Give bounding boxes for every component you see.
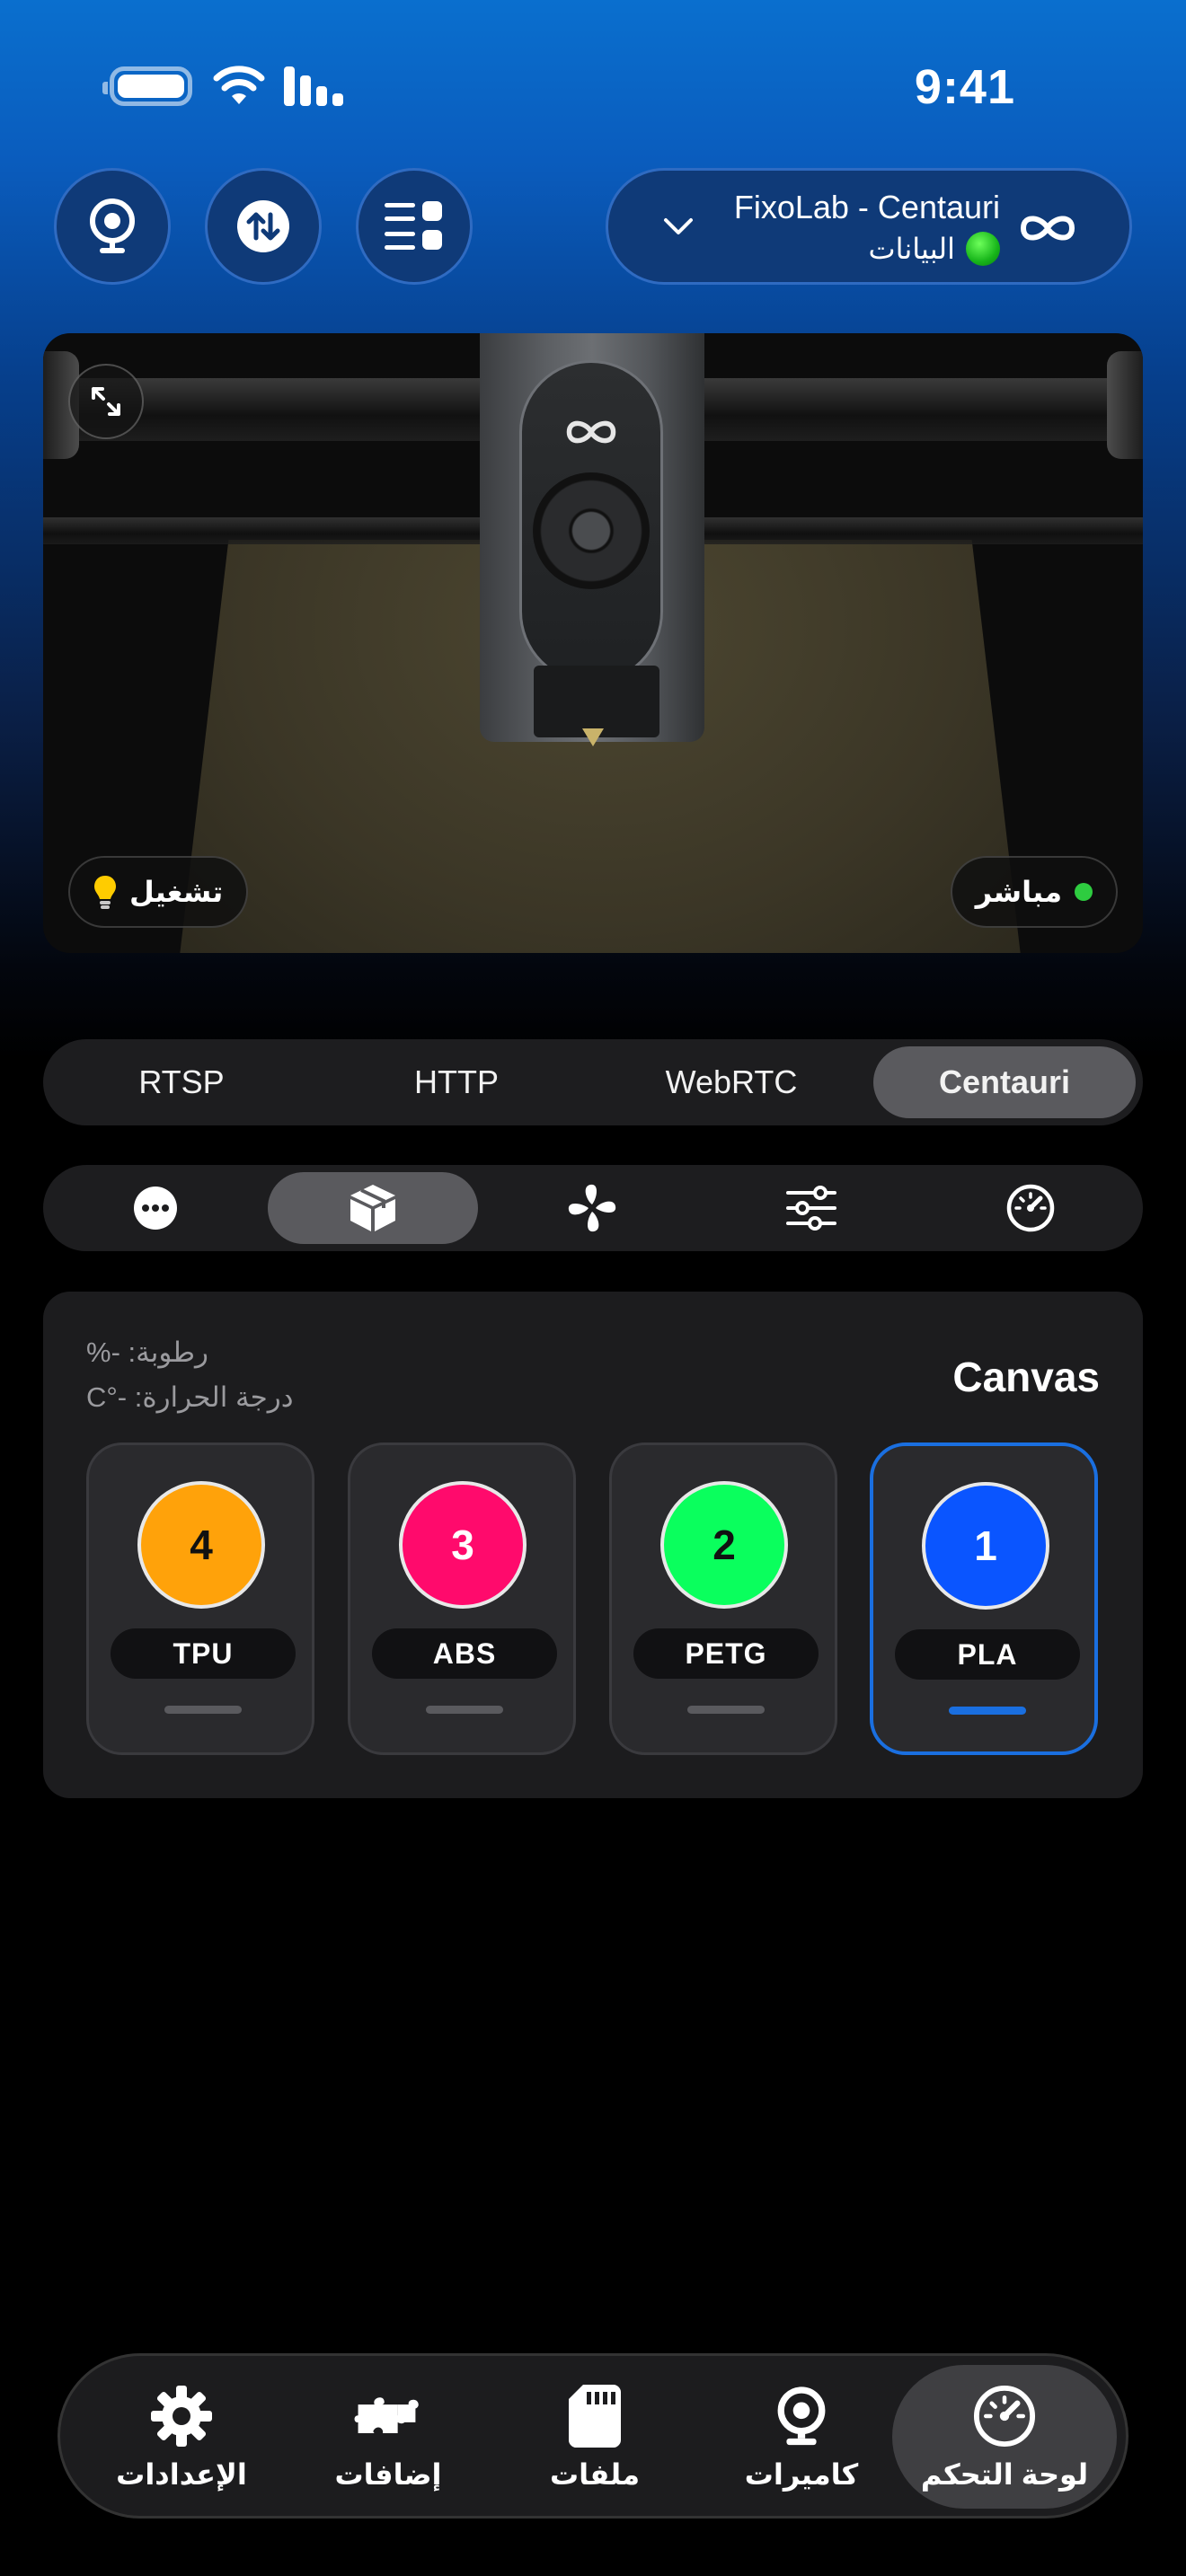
spool-color-1: 1 bbox=[922, 1482, 1049, 1610]
spool-color-4: 4 bbox=[137, 1481, 265, 1609]
spool-color-3: 3 bbox=[399, 1481, 527, 1609]
tab-rtsp[interactable]: RTSP bbox=[50, 1046, 313, 1118]
nav-plugins-label: إضافات bbox=[334, 2458, 442, 2491]
nav-dashboard[interactable]: لوحة التحكم bbox=[892, 2365, 1117, 2509]
wifi-icon bbox=[213, 66, 265, 104]
fan-icon bbox=[568, 1184, 616, 1232]
expand-icon bbox=[92, 387, 120, 416]
filament-slot-2[interactable]: 2 PETG bbox=[609, 1442, 837, 1755]
light-label: تشغيل bbox=[129, 876, 224, 908]
frame-post-right bbox=[1107, 351, 1143, 459]
status-dot-icon bbox=[966, 232, 1000, 266]
panel-tabs bbox=[43, 1165, 1143, 1251]
temperature-readout: درجة الحرارة: -°C bbox=[86, 1381, 294, 1413]
cellular-signal-icon bbox=[284, 66, 343, 106]
brand-logo-icon bbox=[1020, 216, 1075, 241]
gauge-icon bbox=[1006, 1184, 1055, 1232]
tab-webrtc[interactable]: WebRTC bbox=[600, 1046, 863, 1118]
nav-cameras-label: كاميرات bbox=[744, 2458, 859, 2491]
slot-indicator bbox=[687, 1706, 765, 1714]
tab-centauri[interactable]: Centauri bbox=[873, 1046, 1136, 1118]
nav-cameras[interactable]: كاميرات bbox=[689, 2365, 914, 2509]
canvas-title: Canvas bbox=[952, 1354, 1100, 1400]
status-bar: 9:41 bbox=[0, 54, 1186, 117]
live-dot-icon bbox=[1075, 883, 1093, 901]
webcam-icon bbox=[777, 2386, 826, 2446]
material-label: PLA bbox=[895, 1629, 1080, 1680]
printer-selector[interactable]: FixoLab - Centauri البيانات bbox=[606, 168, 1132, 285]
material-label: PETG bbox=[633, 1628, 819, 1679]
printhead-fan bbox=[533, 472, 650, 589]
lightbulb-icon bbox=[94, 876, 116, 909]
nav-plugins[interactable]: إضافات bbox=[276, 2365, 500, 2509]
printer-name: FixoLab - Centauri bbox=[733, 189, 1000, 225]
tab-fans[interactable] bbox=[487, 1172, 697, 1244]
slot-indicator bbox=[949, 1707, 1026, 1715]
nav-dashboard-label: لوحة التحكم bbox=[920, 2458, 1089, 2491]
light-toggle-button[interactable]: تشغيل bbox=[68, 856, 249, 928]
webcam-icon bbox=[90, 198, 135, 253]
expand-button[interactable] bbox=[68, 364, 144, 439]
bottom-tab-bar: الإعدادات إضافات ملفات كاميرات لوحة التح… bbox=[58, 2353, 1128, 2519]
menu-grid-icon bbox=[385, 201, 442, 250]
tab-dashboard[interactable] bbox=[925, 1172, 1136, 1244]
puzzle-icon bbox=[354, 2397, 419, 2433]
tab-filament-box[interactable] bbox=[268, 1172, 478, 1244]
nav-settings[interactable]: الإعدادات bbox=[69, 2365, 294, 2509]
more-icon bbox=[134, 1187, 177, 1230]
tab-tuning[interactable] bbox=[706, 1172, 916, 1244]
camera-view[interactable]: تشغيل مباشر bbox=[43, 333, 1143, 953]
live-label: مباشر bbox=[975, 876, 1062, 908]
tab-http[interactable]: HTTP bbox=[325, 1046, 588, 1118]
spool-color-2: 2 bbox=[660, 1481, 788, 1609]
nav-settings-label: الإعدادات bbox=[116, 2458, 247, 2491]
printhead-logo-icon bbox=[566, 420, 616, 444]
material-label: TPU bbox=[111, 1628, 296, 1679]
stream-type-tabs: RTSP HTTP WebRTC Centauri bbox=[43, 1039, 1143, 1125]
sd-card-icon bbox=[569, 2385, 621, 2448]
connection-status: البيانات bbox=[869, 232, 1000, 266]
transfer-icon bbox=[237, 200, 289, 252]
tab-more[interactable] bbox=[50, 1172, 261, 1244]
transfer-button[interactable] bbox=[205, 168, 322, 285]
nozzle-housing bbox=[534, 666, 659, 737]
webcam-button[interactable] bbox=[54, 168, 171, 285]
connection-label: البيانات bbox=[868, 233, 955, 265]
nozzle-tip bbox=[582, 728, 604, 746]
humidity-readout: رطوبة: -% bbox=[86, 1337, 209, 1368]
slot-indicator bbox=[164, 1706, 242, 1714]
status-time: 9:41 bbox=[914, 60, 1015, 114]
nav-files[interactable]: ملفات bbox=[482, 2365, 707, 2509]
filament-slot-3[interactable]: 3 ABS bbox=[348, 1442, 576, 1755]
live-badge: مباشر bbox=[950, 856, 1118, 928]
chevron-down-icon bbox=[664, 218, 693, 234]
filament-slot-1[interactable]: 1 PLA bbox=[870, 1442, 1098, 1755]
sliders-icon bbox=[786, 1186, 836, 1231]
battery-icon bbox=[102, 66, 192, 106]
canvas-card: Canvas رطوبة: -% درجة الحرارة: -°C 4 TPU… bbox=[43, 1292, 1143, 1798]
menu-button[interactable] bbox=[356, 168, 473, 285]
nav-files-label: ملفات bbox=[549, 2458, 641, 2491]
filament-slot-4[interactable]: 4 TPU bbox=[86, 1442, 314, 1755]
material-label: ABS bbox=[372, 1628, 557, 1679]
gear-icon bbox=[151, 2386, 212, 2447]
gauge-icon bbox=[973, 2385, 1036, 2448]
box-icon bbox=[350, 1185, 395, 1231]
slot-indicator bbox=[426, 1706, 503, 1714]
